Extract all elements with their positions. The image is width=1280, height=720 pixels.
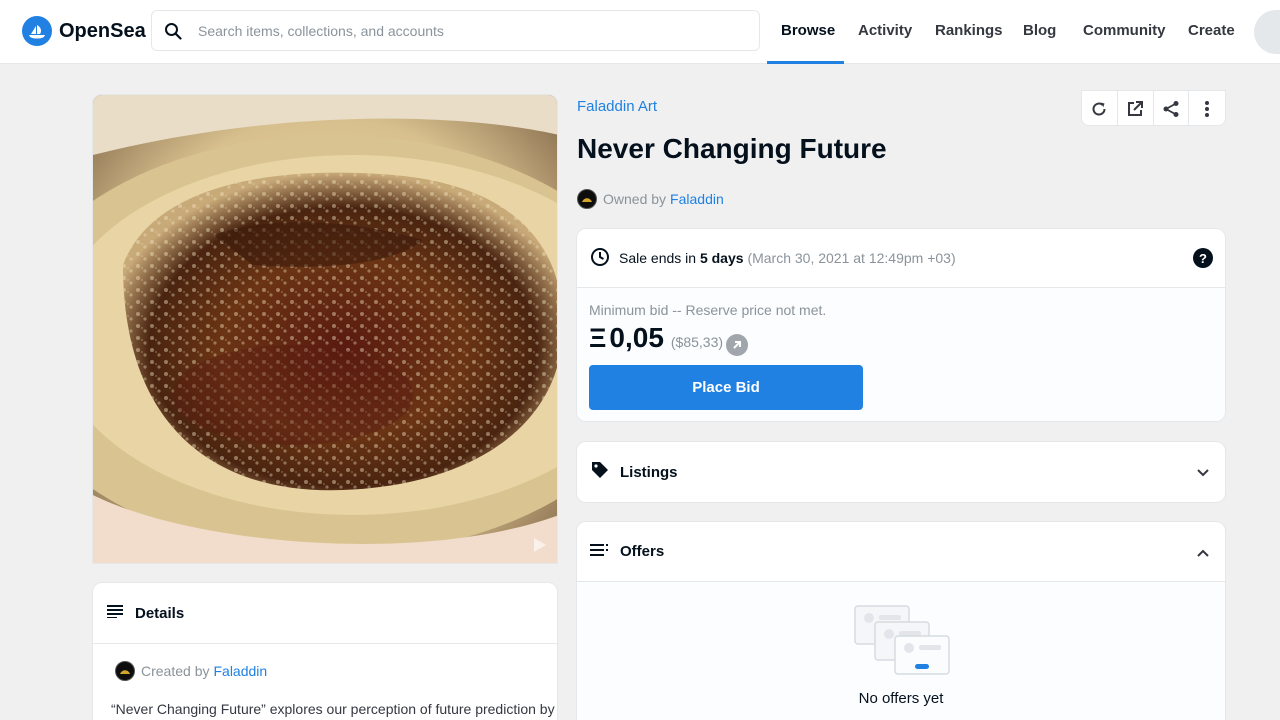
sale-ends-in: 5 days (699, 250, 744, 266)
search-icon (152, 22, 194, 40)
price-row: Ξ 0,05 ($85,33) (589, 322, 749, 356)
creator-avatar[interactable] (115, 661, 135, 681)
help-icon[interactable]: ? (1193, 248, 1213, 268)
search-bar[interactable] (151, 10, 760, 51)
bid-section: Minimum bid -- Reserve price not met. Ξ … (577, 288, 1225, 421)
nft-image[interactable] (92, 94, 558, 564)
listings-label: Listings (620, 463, 678, 481)
chevron-up-icon[interactable] (1197, 544, 1209, 561)
opensea-logo-icon (22, 16, 52, 46)
listings-panel[interactable]: Listings (576, 441, 1226, 503)
details-panel: Details Created by Faladdin “Never Chang… (92, 582, 558, 720)
share-icon (1163, 100, 1179, 117)
details-lines-icon (107, 604, 123, 622)
item-description: “Never Changing Future” explores our per… (111, 701, 555, 717)
item-title: Never Changing Future (577, 133, 887, 164)
details-heading: Details (135, 604, 185, 622)
tag-icon (590, 460, 610, 484)
opensea-logo[interactable]: OpenSea (22, 16, 146, 46)
profile-avatar[interactable] (1254, 10, 1280, 54)
sale-end-date: (March 30, 2021 at 12:49pm +03) (747, 250, 956, 266)
min-bid-label: Minimum bid -- Reserve price not met. (589, 302, 827, 318)
top-header: OpenSea Browse Activity Rankings Blog Co… (0, 0, 1280, 64)
owned-by-label: Owned by (603, 191, 667, 207)
offers-label: Offers (620, 543, 665, 560)
details-header[interactable]: Details (93, 583, 557, 644)
offers-header[interactable]: Offers (577, 522, 1225, 582)
created-by-label: Created by (141, 663, 210, 679)
search-input[interactable] (198, 22, 759, 39)
empty-offers-illustration (853, 604, 951, 681)
creator-link[interactable]: Faladdin (213, 663, 267, 679)
sale-ends-prefix: Sale ends in (619, 250, 697, 266)
refresh-icon (1092, 102, 1106, 116)
sale-panel: Sale ends in 5 days (March 30, 2021 at 1… (576, 228, 1226, 422)
arrow-up-right-icon[interactable] (726, 334, 749, 356)
owner-info: Owned by Faladdin (577, 189, 724, 209)
nav-create[interactable]: Create (1188, 22, 1235, 39)
offers-panel: Offers No offers yet (576, 521, 1226, 720)
nav-blog[interactable]: Blog (1023, 22, 1056, 39)
listings-header[interactable]: Listings (577, 442, 1225, 502)
play-icon[interactable] (533, 537, 547, 553)
more-vertical-icon (1205, 100, 1210, 117)
nav-activity[interactable]: Activity (858, 22, 912, 39)
nav-community[interactable]: Community (1083, 22, 1166, 39)
external-link-icon (1128, 100, 1144, 116)
list-icon (590, 543, 610, 561)
nav-rankings[interactable]: Rankings (935, 22, 1003, 39)
no-offers-text: No offers yet (858, 690, 944, 707)
nav-browse[interactable]: Browse (781, 22, 835, 39)
clock-icon (590, 247, 610, 270)
price-value: 0,05 (609, 322, 664, 353)
owner-avatar[interactable] (577, 189, 597, 209)
share-button[interactable] (1154, 91, 1190, 126)
sale-timer: Sale ends in 5 days (March 30, 2021 at 1… (577, 229, 1225, 288)
brand-name: OpenSea (59, 19, 146, 42)
place-bid-button[interactable]: Place Bid (589, 365, 863, 410)
external-link-button[interactable] (1118, 91, 1154, 126)
refresh-button[interactable] (1082, 91, 1118, 126)
creator-info: Created by Faladdin (115, 661, 267, 681)
eth-icon: Ξ (589, 323, 607, 353)
item-toolbar (1081, 90, 1226, 126)
more-options-button[interactable] (1189, 91, 1225, 126)
nav-active-indicator (767, 61, 844, 64)
offers-empty-state: No offers yet (577, 582, 1225, 720)
chevron-down-icon[interactable] (1197, 464, 1209, 481)
price-usd: ($85,33) (670, 334, 724, 350)
owner-link[interactable]: Faladdin (670, 191, 724, 207)
nft-artwork-image (93, 95, 557, 563)
collection-link[interactable]: Faladdin Art (577, 98, 657, 115)
